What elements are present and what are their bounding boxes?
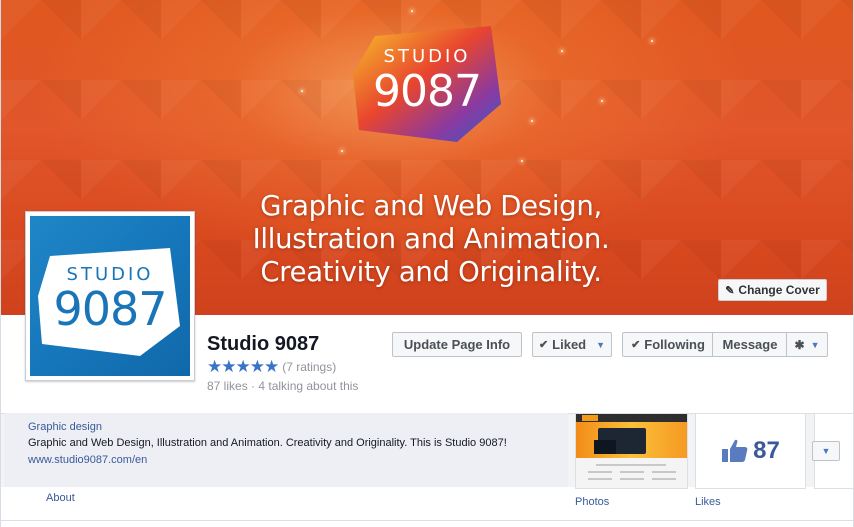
caret-down-icon: ▼ [810,339,820,350]
star-rating-icon: ★★★★★ [207,357,279,376]
divider [1,520,853,521]
following-label: Following [644,337,705,352]
check-icon: ✔ [631,339,641,351]
message-label: Message [722,337,778,352]
liked-button[interactable]: ✔ Liked ▼ [532,332,612,357]
page-title[interactable]: Studio 9087 [207,333,319,356]
update-page-info-button[interactable]: Update Page Info [392,332,522,357]
about-tab[interactable]: About [46,492,75,504]
following-button[interactable]: ✔ Following [623,333,713,356]
website-link[interactable]: www.studio9087.com/en [28,454,147,466]
cover-logo: STUDIO 9087 [353,26,501,144]
about-box: Graphic design Graphic and Web Design, I… [4,413,568,487]
cover-logo-number: 9087 [373,66,482,117]
check-icon: ✔ [538,339,549,351]
caret-down-icon: ▼ [596,339,606,350]
cover-tagline: Graphic and Web Design, Illustration and… [221,190,641,289]
likes-count: 87 [753,437,780,464]
update-page-info-label: Update Page Info [403,337,511,352]
tab-labels-row [1,487,853,527]
likes-tile[interactable]: 87 [695,413,806,489]
photos-tab[interactable]: Photos [575,496,609,508]
change-cover-button[interactable]: ✎ Change Cover [718,279,827,301]
profile-picture[interactable]: STUDIO 9087 [25,211,195,381]
follow-message-group: ✔ Following Message ✱ ▼ [622,332,828,357]
tagline-line-3: Creativity and Originality. [260,256,602,288]
pencil-icon: ✎ [725,284,735,297]
page-stats: 87 likes · 4 talking about this [207,379,359,393]
more-tabs-button[interactable]: ▼ [812,441,840,461]
liked-label: Liked [552,337,587,352]
rating-row[interactable]: ★★★★★ (7 ratings) [207,357,336,377]
profile-logo-number: 9087 [53,282,167,336]
caret-down-icon: ▼ [821,446,831,456]
thumbs-up-icon [722,439,748,462]
tagline-line-1: Graphic and Web Design, [260,190,602,222]
tagline-line-2: Illustration and Animation. [252,223,610,255]
page-category[interactable]: Graphic design [28,421,102,433]
gear-icon: ✱ [794,337,805,352]
message-button[interactable]: Message [713,333,787,356]
photos-tile[interactable] [575,413,688,489]
change-cover-label: Change Cover [738,283,820,297]
ratings-count[interactable]: (7 ratings) [282,360,336,374]
settings-menu-button[interactable]: ✱ ▼ [787,333,827,356]
page-description: Graphic and Web Design, Illustration and… [28,437,507,449]
photo-thumbnail [576,414,687,488]
cover-logo-studio: STUDIO [383,46,471,67]
likes-tab[interactable]: Likes [695,496,721,508]
